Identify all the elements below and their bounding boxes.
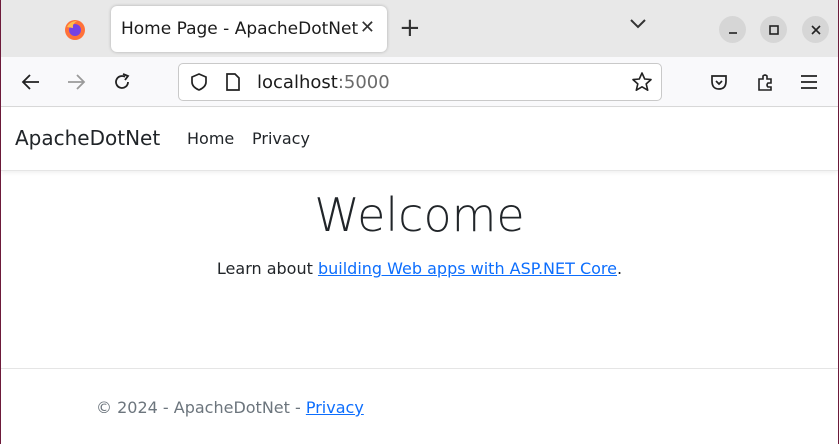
footer: © 2024 - ApacheDotNet - Privacy (96, 398, 364, 417)
close-icon[interactable]: ✕ (360, 19, 375, 37)
hamburger-menu-icon[interactable] (797, 70, 821, 94)
tab-title: Home Page - ApacheDotNet (121, 19, 359, 39)
tracking-shield-icon[interactable] (189, 72, 209, 92)
extensions-icon[interactable] (753, 70, 777, 94)
url-text: localhost:5000 (257, 72, 390, 93)
chevron-down-icon[interactable] (629, 18, 647, 30)
firefox-icon[interactable] (53, 8, 97, 52)
page-title: Welcome (314, 188, 525, 242)
back-arrow-icon[interactable] (19, 70, 43, 94)
star-icon[interactable] (631, 71, 653, 93)
reload-icon[interactable] (110, 70, 134, 94)
nav-link-privacy[interactable]: Privacy (252, 129, 310, 148)
learn-text: Learn about (216, 259, 318, 278)
pocket-icon[interactable] (707, 70, 731, 94)
learn-suffix: . (617, 259, 623, 278)
learn-paragraph: Learn about building Web apps with ASP.N… (1, 259, 838, 278)
site-brand[interactable]: ApacheDotNet (15, 126, 160, 150)
footer-privacy-link[interactable]: Privacy (306, 398, 364, 417)
minimize-icon[interactable] (719, 16, 746, 43)
aspnet-docs-link[interactable]: building Web apps with ASP.NET Core (318, 259, 617, 278)
navigation-toolbar: localhost:5000 (1, 57, 838, 107)
page-icon[interactable] (224, 72, 242, 92)
site-header: ApacheDotNet Home Privacy (1, 108, 838, 171)
tab-home-page[interactable]: Home Page - ApacheDotNet ✕ (111, 6, 387, 52)
footer-copyright: © 2024 - ApacheDotNet - (96, 398, 306, 417)
url-host: localhost (257, 72, 338, 93)
url-bar[interactable]: localhost:5000 (178, 63, 662, 101)
new-tab-button[interactable]: + (399, 15, 421, 41)
web-page: ApacheDotNet Home Privacy Welcome Learn … (1, 108, 838, 444)
nav-link-home[interactable]: Home (187, 129, 234, 148)
forward-arrow-icon[interactable] (64, 70, 88, 94)
url-port: :5000 (337, 72, 390, 93)
maximize-icon[interactable] (760, 16, 787, 43)
browser-window: Home Page - ApacheDotNet ✕ + localhost:5… (0, 0, 839, 444)
close-window-icon[interactable] (802, 16, 829, 43)
tab-bar: Home Page - ApacheDotNet ✕ + (1, 0, 838, 57)
footer-divider (1, 368, 838, 369)
